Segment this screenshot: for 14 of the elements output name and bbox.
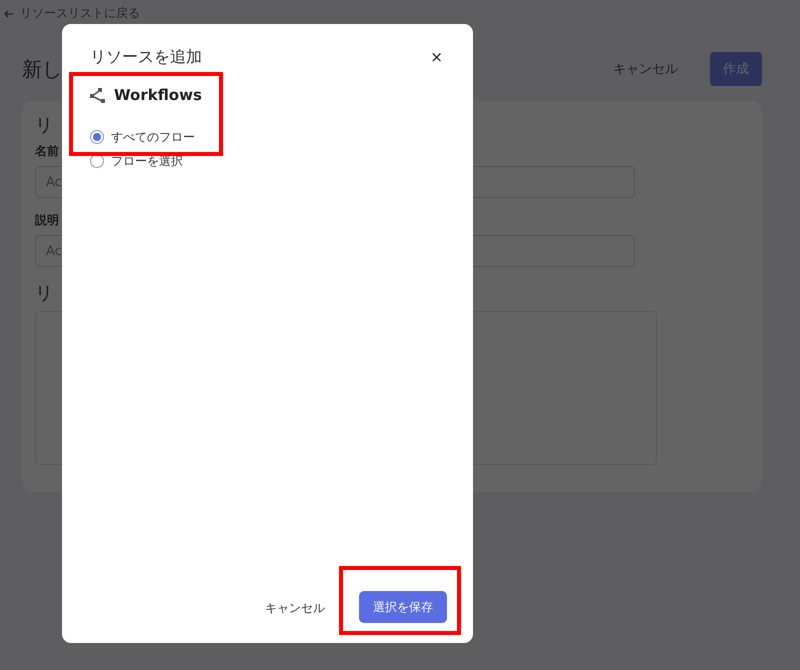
field-label: 説明 <box>35 212 60 229</box>
left-arrow-icon <box>4 8 14 18</box>
radio-button[interactable] <box>90 130 104 144</box>
provider-name: Workflows <box>114 86 202 104</box>
section-heading: リ <box>35 282 53 305</box>
page-title: 新し <box>22 56 62 82</box>
radio-label[interactable]: すべてのフロー <box>111 128 195 146</box>
field-label: 名前 <box>35 143 60 160</box>
close-button[interactable]: × <box>426 48 447 66</box>
dialog-title: リソースを追加 <box>90 46 203 68</box>
primary-button[interactable]: 選択を保存 <box>359 591 447 623</box>
branch-nodes-icon <box>90 88 105 102</box>
section-heading: リ <box>35 114 53 137</box>
text-button[interactable]: キャンセル <box>259 598 331 618</box>
